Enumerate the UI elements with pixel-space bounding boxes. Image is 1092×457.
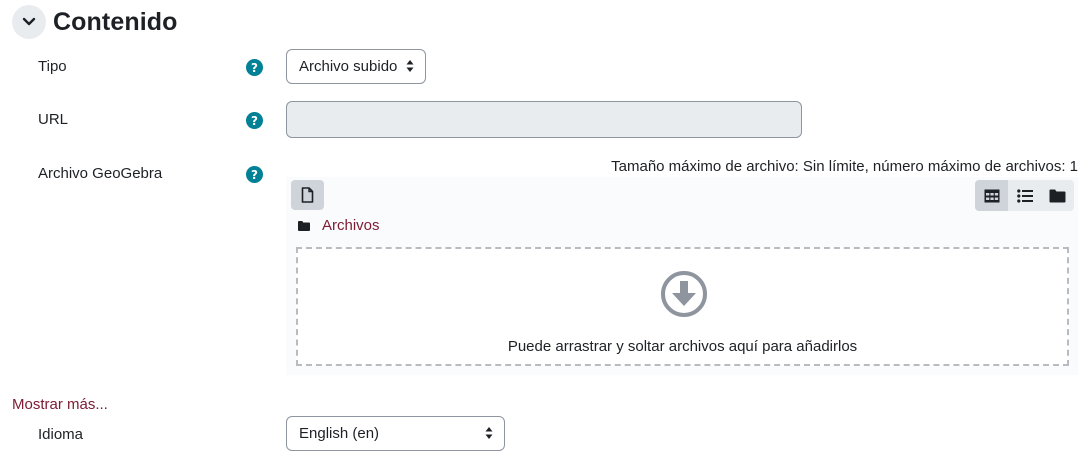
add-file-button[interactable] <box>291 180 324 210</box>
help-icon[interactable]: ? <box>246 59 263 76</box>
file-manager-path: Archivos <box>298 217 380 234</box>
folder-view-icon <box>1049 189 1066 202</box>
download-arrow-icon <box>661 271 707 317</box>
url-label: URL <box>38 111 69 128</box>
idioma-select-value: English (en) <box>299 425 380 442</box>
file-manager: Archivos Puede arrastrar y soltar archiv… <box>286 177 1078 375</box>
file-limit-text: Tamaño máximo de archivo: Sin límite, nú… <box>611 158 1078 175</box>
help-icon[interactable]: ? <box>246 112 263 129</box>
select-caret-icon <box>406 60 414 72</box>
chevron-down-icon <box>22 17 36 26</box>
archivo-label: Archivo GeoGebra <box>38 165 163 182</box>
grid-view-icon <box>984 189 999 202</box>
tipo-label: Tipo <box>38 58 67 75</box>
list-view-icon <box>1016 188 1033 203</box>
tipo-select[interactable]: Archivo subido <box>286 49 426 84</box>
file-icon <box>301 187 314 203</box>
select-caret-icon <box>485 427 493 439</box>
drop-zone-text: Puede arrastrar y soltar archivos aquí p… <box>507 338 858 355</box>
section-header: Contenido <box>12 5 177 39</box>
collapse-toggle-button[interactable] <box>12 5 46 39</box>
list-view-button[interactable] <box>1008 180 1041 211</box>
tree-view-button[interactable] <box>1041 180 1074 211</box>
file-manager-toolbar <box>286 177 1078 213</box>
url-input[interactable] <box>286 101 802 138</box>
grid-view-button[interactable] <box>975 180 1008 211</box>
tipo-select-value: Archivo subido <box>299 58 398 75</box>
drop-zone[interactable]: Puede arrastrar y soltar archivos aquí p… <box>296 247 1069 366</box>
archivos-link[interactable]: Archivos <box>322 217 380 234</box>
section-title: Contenido <box>53 7 178 36</box>
idioma-select[interactable]: English (en) <box>286 416 505 451</box>
idioma-label: Idioma <box>38 426 84 443</box>
help-icon[interactable]: ? <box>246 166 263 183</box>
folder-icon <box>298 220 310 231</box>
show-more-link[interactable]: Mostrar más... <box>12 396 108 413</box>
view-toggle-group <box>975 180 1074 211</box>
